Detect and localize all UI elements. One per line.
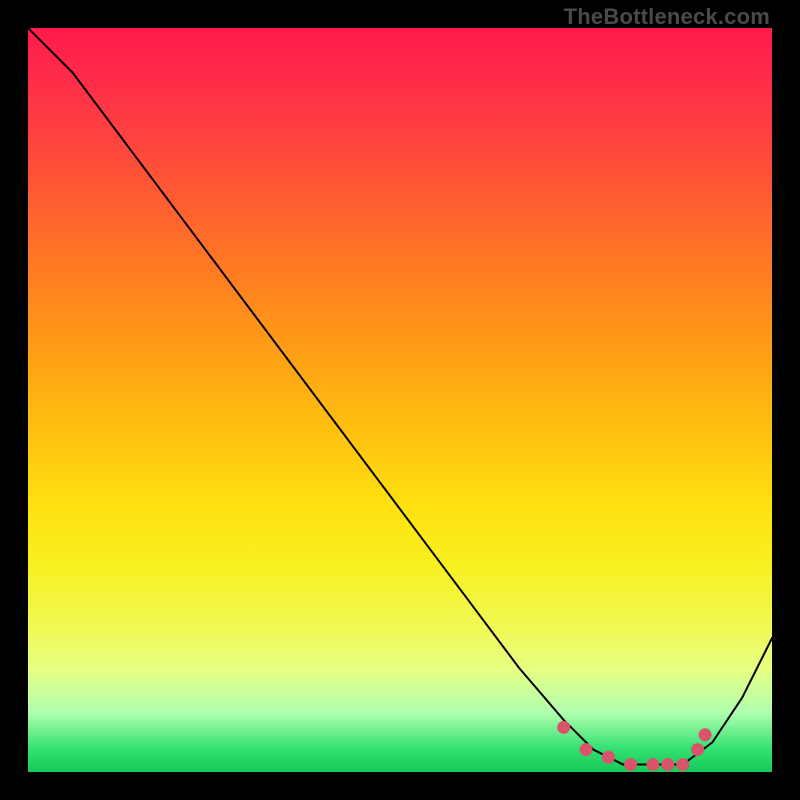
chart-svg — [28, 28, 772, 772]
marker-dot — [580, 743, 593, 756]
highlight-markers — [557, 721, 711, 771]
plot-area — [28, 28, 772, 772]
watermark-text: TheBottleneck.com — [564, 4, 770, 30]
curve-line — [28, 28, 772, 765]
marker-dot — [676, 758, 689, 771]
marker-dot — [646, 758, 659, 771]
marker-dot — [661, 758, 674, 771]
marker-dot — [691, 743, 704, 756]
marker-dot — [602, 751, 615, 764]
chart-frame: TheBottleneck.com — [0, 0, 800, 800]
marker-dot — [624, 758, 637, 771]
marker-dot — [699, 728, 712, 741]
marker-dot — [557, 721, 570, 734]
